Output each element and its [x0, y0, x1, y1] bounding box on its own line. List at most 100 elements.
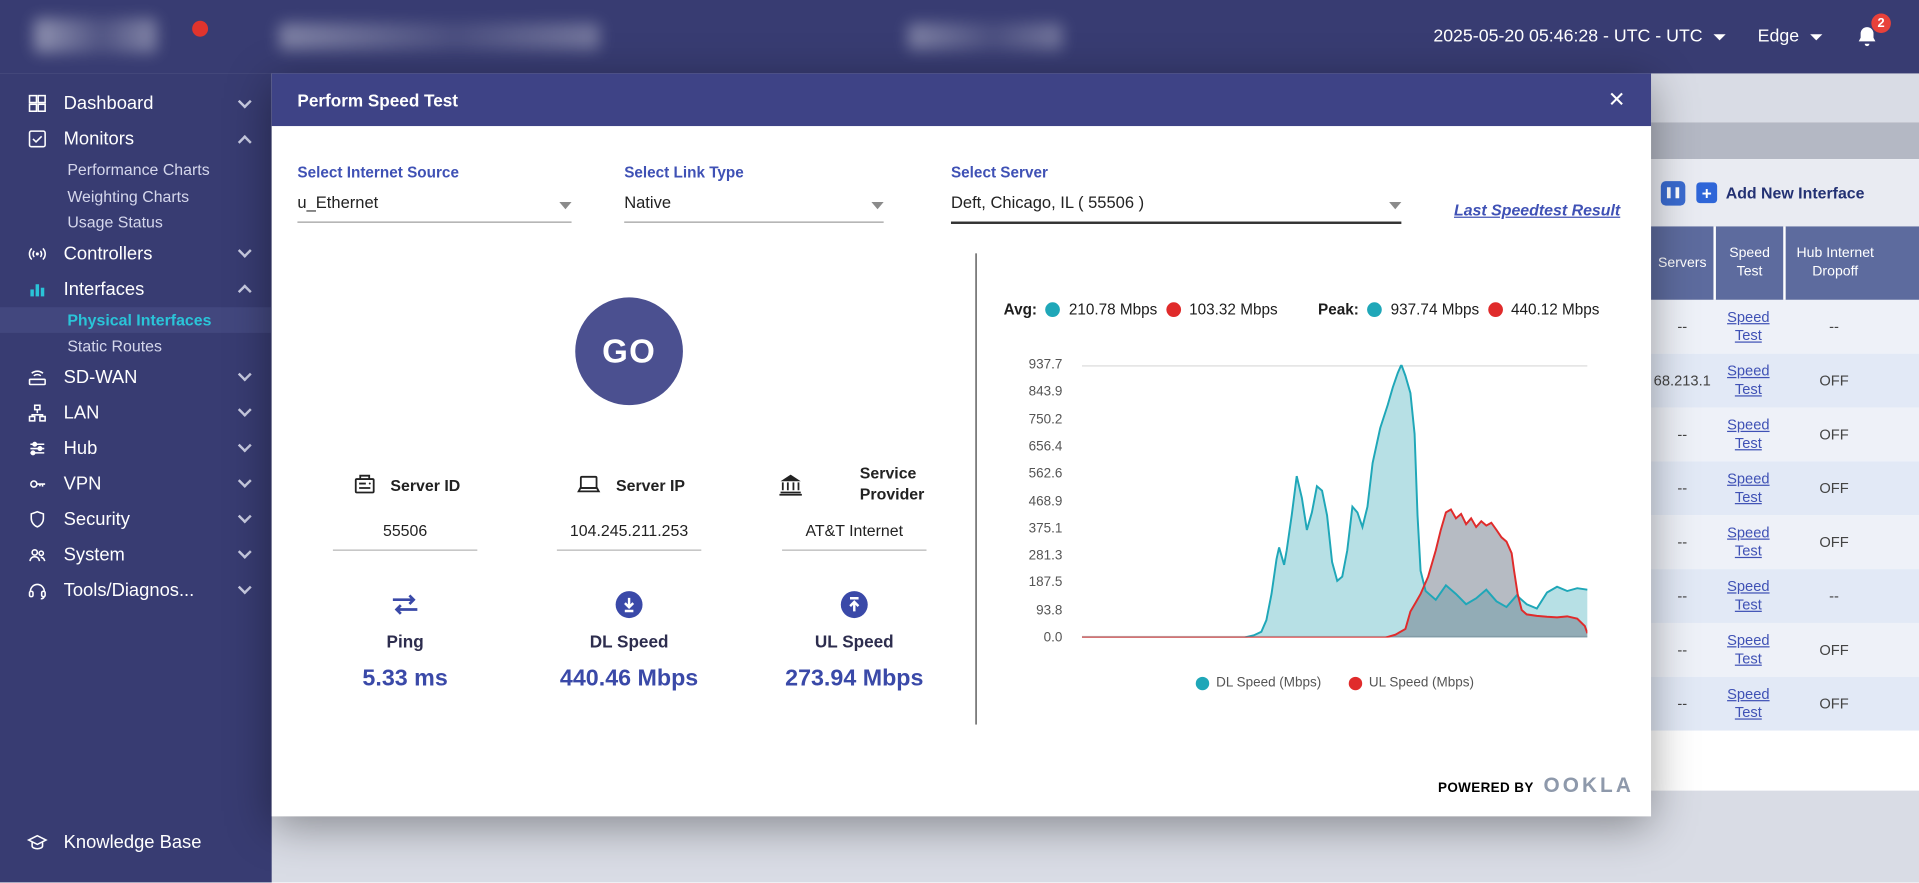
legend-dl: DL Speed (Mbps): [1195, 676, 1321, 691]
sidebar-item-lan[interactable]: LAN: [0, 395, 272, 430]
internet-source-value[interactable]: u_Ethernet: [297, 193, 571, 222]
sidebar-item-knowledge-base[interactable]: Knowledge Base: [0, 825, 272, 860]
sidebar: Dashboard Monitors Performance Charts We…: [0, 73, 272, 882]
sidebar-item-label: Tools/Diagnos...: [64, 580, 224, 601]
ul-dot-icon: [1488, 302, 1503, 317]
sidebar-item-usage-status[interactable]: Usage Status: [0, 209, 272, 235]
sidebar-item-security[interactable]: Security: [0, 501, 272, 536]
sidebar-item-controllers[interactable]: Controllers: [0, 236, 272, 271]
sidebar-item-interfaces[interactable]: Interfaces: [0, 271, 272, 306]
speed-test-link[interactable]: Speed Test: [1721, 362, 1775, 399]
sidebar-item-dashboard[interactable]: Dashboard: [0, 86, 272, 121]
ping-arrows-icon: [387, 590, 424, 619]
avg-ul-value: 103.32 Mbps: [1189, 301, 1277, 318]
chevron-down-icon: [238, 244, 252, 258]
timezone-dropdown[interactable]: 2025-05-20 05:46:28 - UTC - UTC: [1433, 27, 1726, 47]
sidebar-item-weighting-charts[interactable]: Weighting Charts: [0, 183, 272, 209]
speed-test-link[interactable]: Speed Test: [1721, 308, 1775, 345]
monitors-icon: [27, 129, 48, 150]
chevron-down-icon: [238, 474, 252, 488]
key-icon: [27, 473, 48, 494]
chart-legend: DL Speed (Mbps) UL Speed (Mbps): [1082, 676, 1587, 691]
sidebar-item-label: Interfaces: [64, 278, 224, 299]
speed-test-link[interactable]: Speed Test: [1721, 524, 1775, 561]
sidebar-item-label: Hub: [64, 438, 224, 459]
users-icon: [27, 544, 48, 565]
chevron-up-icon: [238, 134, 252, 148]
link-type-value[interactable]: Native: [624, 193, 883, 222]
chevron-down-icon: [1389, 202, 1401, 209]
speed-test-link[interactable]: Speed Test: [1721, 578, 1775, 615]
table-row: -- Speed Test OFF: [1651, 461, 1919, 515]
app-logo-redacted: [34, 18, 156, 52]
edge-dropdown[interactable]: Edge: [1758, 27, 1823, 47]
table-header-row: Servers Speed Test Hub Internet Dropoff: [1651, 226, 1919, 299]
speed-test-link[interactable]: Speed Test: [1721, 685, 1775, 722]
sidebar-subitem-label: Physical Interfaces: [67, 311, 211, 329]
column-header-speed-test: Speed Test: [1713, 226, 1783, 299]
last-speedtest-result-link[interactable]: Last Speedtest Result: [1454, 201, 1620, 219]
server-label: Select Server: [951, 164, 1401, 181]
sidebar-item-sdwan[interactable]: SD-WAN: [0, 359, 272, 394]
table-row: -- Speed Test OFF: [1651, 677, 1919, 731]
sidebar-item-physical-interfaces[interactable]: Physical Interfaces: [0, 307, 272, 333]
legend-ul: UL Speed (Mbps): [1348, 676, 1474, 691]
table-row: -- Speed Test OFF: [1651, 515, 1919, 569]
sidebar-item-hub[interactable]: Hub: [0, 430, 272, 465]
link-type-label: Select Link Type: [624, 164, 883, 181]
cell-servers: --: [1651, 461, 1713, 515]
lan-icon: [27, 402, 48, 423]
cell-dropoff: OFF: [1783, 677, 1885, 731]
table-view-button[interactable]: [1661, 181, 1685, 205]
y-tick-label: 281.3: [1029, 548, 1063, 563]
legend-ul-label: UL Speed (Mbps): [1369, 676, 1474, 691]
sidebar-item-label: LAN: [64, 402, 224, 423]
speed-test-link[interactable]: Speed Test: [1721, 416, 1775, 453]
dashboard-icon: [27, 93, 48, 114]
speed-test-link[interactable]: Speed Test: [1721, 470, 1775, 507]
table-row: -- Speed Test OFF: [1651, 623, 1919, 677]
speed-test-link[interactable]: Speed Test: [1721, 632, 1775, 669]
sidebar-item-static-routes[interactable]: Static Routes: [0, 333, 272, 359]
sidebar-item-label: Monitors: [64, 129, 224, 150]
chevron-down-icon: [871, 202, 883, 209]
edge-label: Edge: [1758, 27, 1799, 47]
cell-servers: --: [1651, 408, 1713, 462]
sidebar-subitem-label: Usage Status: [67, 213, 163, 231]
chevron-down-icon: [238, 545, 252, 559]
add-new-interface-button[interactable]: + Add New Interface: [1696, 182, 1864, 203]
sidebar-item-system[interactable]: System: [0, 537, 272, 572]
cell-dropoff: OFF: [1783, 515, 1885, 569]
selected-link-type: Native: [624, 193, 671, 211]
table-row: -- Speed Test OFF: [1651, 408, 1919, 462]
server-value[interactable]: Deft, Chicago, IL ( 55506 ): [951, 193, 1401, 224]
speed-chart: [1082, 365, 1587, 638]
chart-y-axis: 937.7843.9750.2656.4562.6468.9375.1281.3…: [996, 365, 1072, 638]
ping-label: Ping: [307, 632, 503, 652]
chart-stats: Avg: 210.78 Mbps 103.32 Mbps Peak: 937.7…: [1004, 301, 1600, 318]
ping-metric: Ping 5.33 ms: [307, 590, 503, 693]
y-tick-label: 93.8: [1036, 603, 1062, 618]
chevron-down-icon: [238, 403, 252, 417]
sidebar-item-tools-diagnostics[interactable]: Tools/Diagnos...: [0, 572, 272, 607]
sidebar-item-monitors[interactable]: Monitors: [0, 121, 272, 156]
sidebar-item-performance-charts[interactable]: Performance Charts: [0, 157, 272, 183]
server-ip-label: Server IP: [616, 475, 685, 493]
column-header-hub-internet-dropoff: Hub Internet Dropoff: [1783, 226, 1885, 299]
go-button[interactable]: GO: [575, 297, 683, 405]
device-subtitle-redacted: [908, 23, 1062, 50]
topbar: 2025-05-20 05:46:28 - UTC - UTC Edge 2: [0, 0, 1919, 73]
server-icon: [350, 471, 379, 498]
modal-title: Perform Speed Test: [297, 90, 458, 110]
sidebar-item-vpn[interactable]: VPN: [0, 466, 272, 501]
close-icon[interactable]: ✕: [1608, 89, 1625, 110]
notifications-button[interactable]: 2: [1854, 23, 1880, 50]
chevron-down-icon: [559, 202, 571, 209]
interfaces-icon: [27, 278, 48, 299]
headset-icon: [27, 580, 48, 601]
cell-servers: --: [1651, 300, 1713, 354]
y-tick-label: 750.2: [1029, 412, 1063, 427]
sidebar-subitem-label: Performance Charts: [67, 161, 209, 179]
page-header-strip: [1651, 122, 1919, 159]
cell-dropoff: OFF: [1783, 461, 1885, 515]
